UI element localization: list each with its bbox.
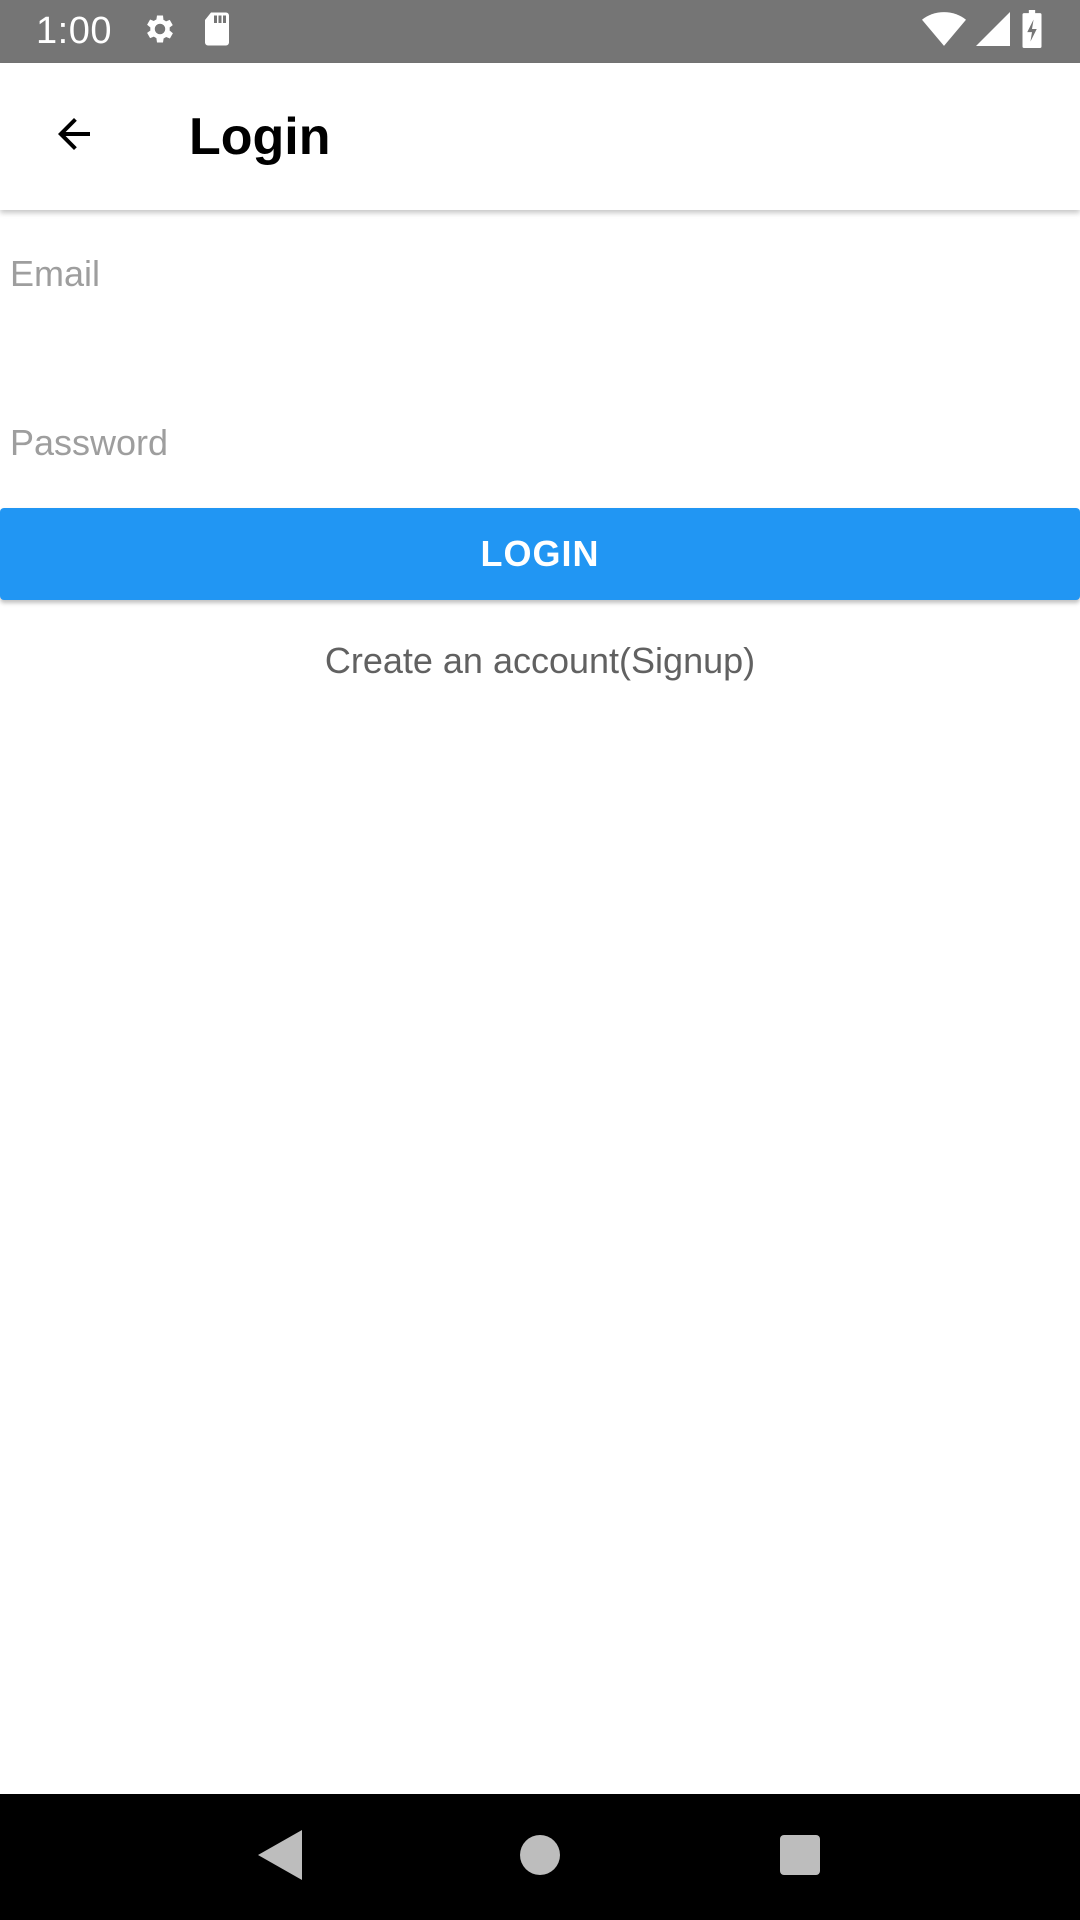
sd-card-icon: [202, 11, 232, 52]
recents-square-icon: [780, 1834, 820, 1880]
gear-icon: [142, 11, 178, 52]
system-nav-bar: [0, 1794, 1080, 1920]
back-button[interactable]: [0, 63, 147, 210]
app-bar: Login: [0, 63, 1080, 210]
signal-icon: [976, 12, 1010, 51]
login-button[interactable]: LOGIN: [0, 508, 1080, 600]
nav-home-button[interactable]: [490, 1807, 590, 1907]
signup-link[interactable]: Create an account(Signup): [0, 640, 1080, 682]
email-field[interactable]: [0, 218, 1080, 330]
home-circle-icon: [520, 1834, 560, 1880]
wifi-icon: [922, 11, 966, 52]
login-screen: 1:00 Login Email LOGIN Create an account…: [0, 0, 1080, 1920]
status-time: 1:00: [36, 10, 112, 52]
arrow-back-icon: [50, 110, 98, 163]
status-left-icons: [142, 11, 232, 52]
nav-recents-button[interactable]: [750, 1807, 850, 1907]
status-right-icons: [922, 10, 1044, 53]
page-title: Login: [189, 107, 331, 166]
back-triangle-icon: [258, 1829, 302, 1885]
nav-back-button[interactable]: [230, 1807, 330, 1907]
password-field[interactable]: [0, 387, 1080, 499]
battery-charging-icon: [1020, 10, 1044, 53]
status-bar: 1:00: [0, 0, 1080, 63]
